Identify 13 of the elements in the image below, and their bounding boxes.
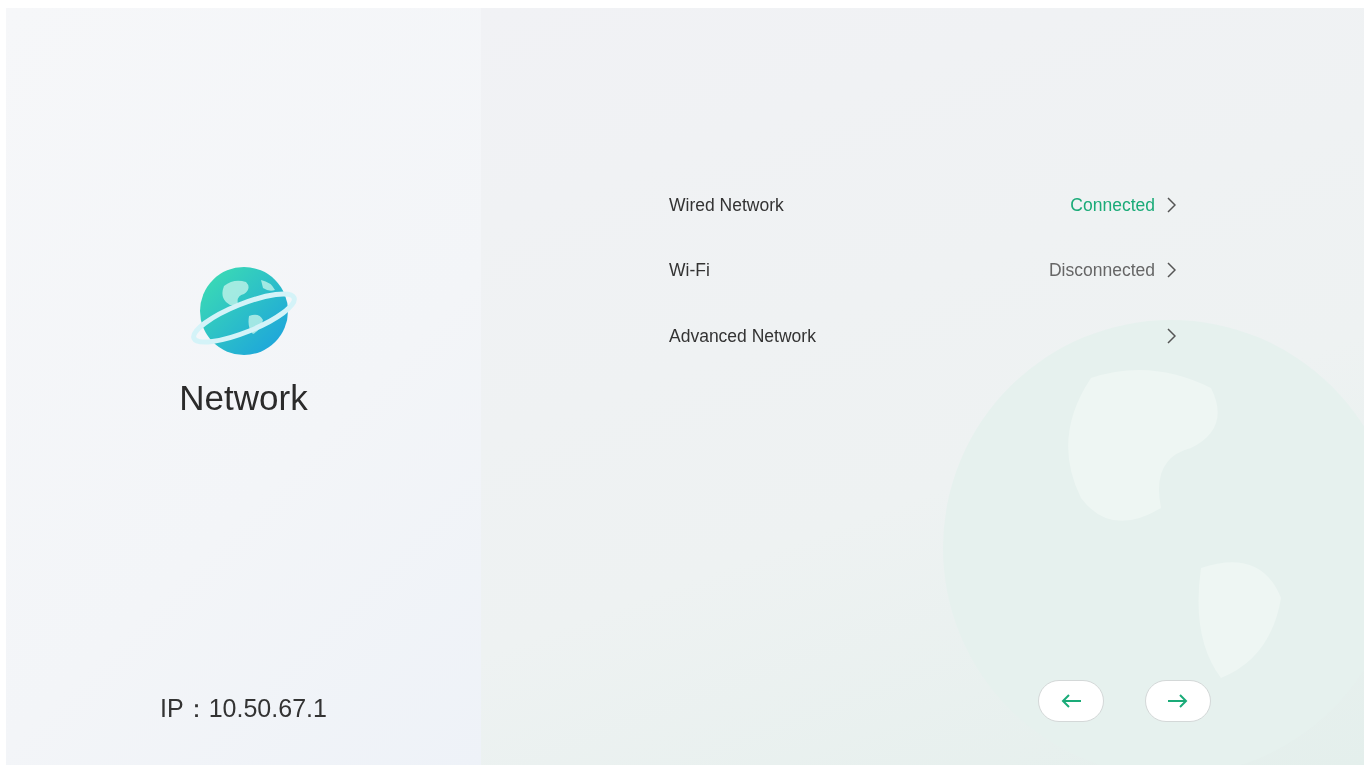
setting-label[interactable]: Wi-Fi — [669, 257, 710, 284]
setting-label[interactable]: Advanced Network — [669, 322, 816, 349]
arrow-left-icon — [1059, 693, 1083, 709]
connection-status: Disconnected — [1048, 259, 1155, 283]
arrow-right-icon — [1166, 693, 1190, 709]
ip-address: IP：10.50.67.1 — [160, 692, 327, 724]
setting-label[interactable]: Wired Network — [669, 191, 784, 218]
page-title: Network — [179, 377, 308, 419]
globe-icon — [188, 266, 299, 358]
chevron-right-icon[interactable] — [1167, 327, 1176, 344]
connection-status: Connected — [1070, 193, 1155, 217]
chevron-right-icon[interactable] — [1167, 262, 1176, 279]
chevron-right-icon[interactable] — [1167, 196, 1176, 213]
